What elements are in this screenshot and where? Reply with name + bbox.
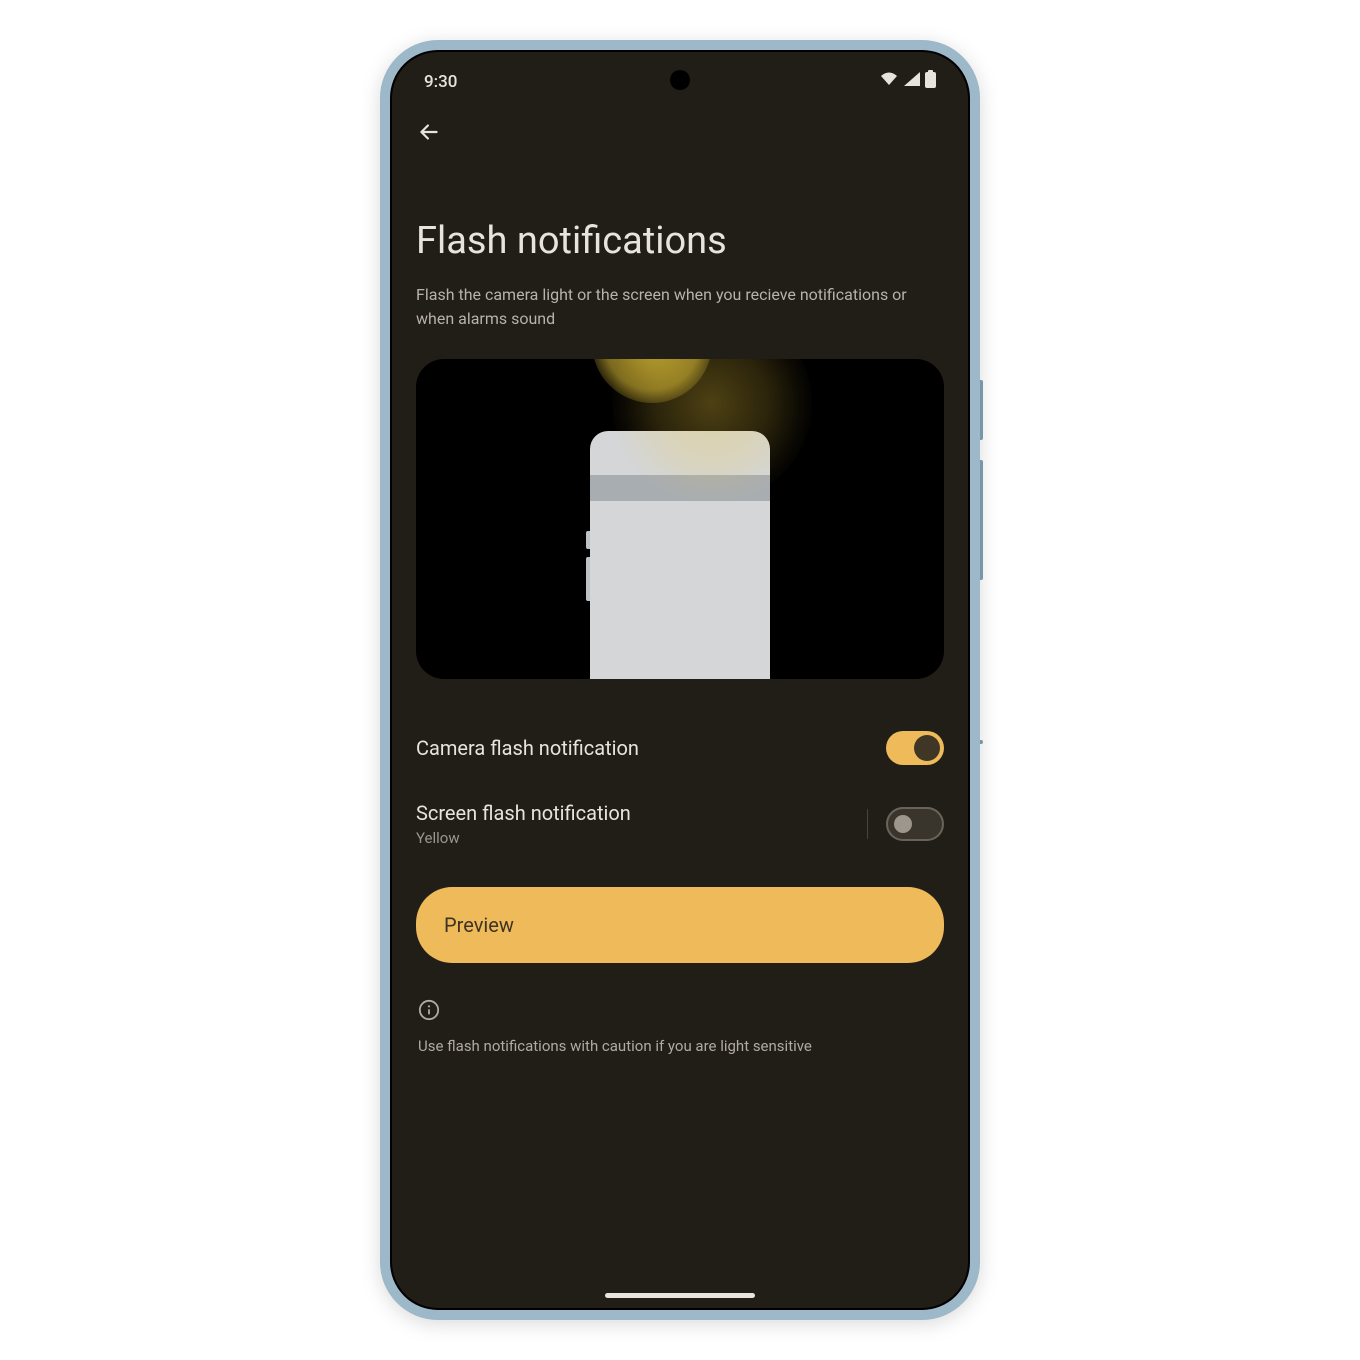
volume-down-button (980, 460, 983, 580)
screen-flash-toggle[interactable] (886, 807, 944, 841)
status-icons (879, 70, 936, 93)
setting-label: Screen flash notification (416, 801, 631, 825)
screen: 9:30 Flash notifications Flash the camer… (390, 50, 970, 1310)
page-subtitle: Flash the camera light or the screen whe… (416, 283, 944, 331)
wifi-icon (879, 71, 899, 92)
volume-up-button (980, 380, 983, 440)
cellular-icon (903, 71, 921, 92)
front-camera (670, 70, 690, 90)
illustration-card (416, 359, 944, 679)
preview-button[interactable]: Preview (416, 887, 944, 963)
setting-sublabel: Yellow (416, 829, 631, 847)
setting-label: Camera flash notification (416, 736, 639, 760)
battery-icon (925, 70, 936, 93)
back-icon[interactable] (416, 119, 442, 145)
info-text: Use flash notifications with caution if … (418, 1035, 942, 1058)
side-notch (980, 740, 983, 744)
setting-screen-flash[interactable]: Screen flash notification Yellow (416, 783, 944, 865)
page-title: Flash notifications (416, 219, 944, 263)
status-time: 9:30 (424, 72, 457, 92)
setting-camera-flash[interactable]: Camera flash notification (416, 713, 944, 783)
info-icon (418, 999, 440, 1021)
phone-frame: 9:30 Flash notifications Flash the camer… (380, 40, 980, 1320)
info-section: Use flash notifications with caution if … (416, 999, 944, 1058)
illustration-phone (590, 431, 770, 679)
divider (867, 809, 868, 839)
camera-flash-toggle[interactable] (886, 731, 944, 765)
navigation-handle[interactable] (605, 1293, 755, 1298)
